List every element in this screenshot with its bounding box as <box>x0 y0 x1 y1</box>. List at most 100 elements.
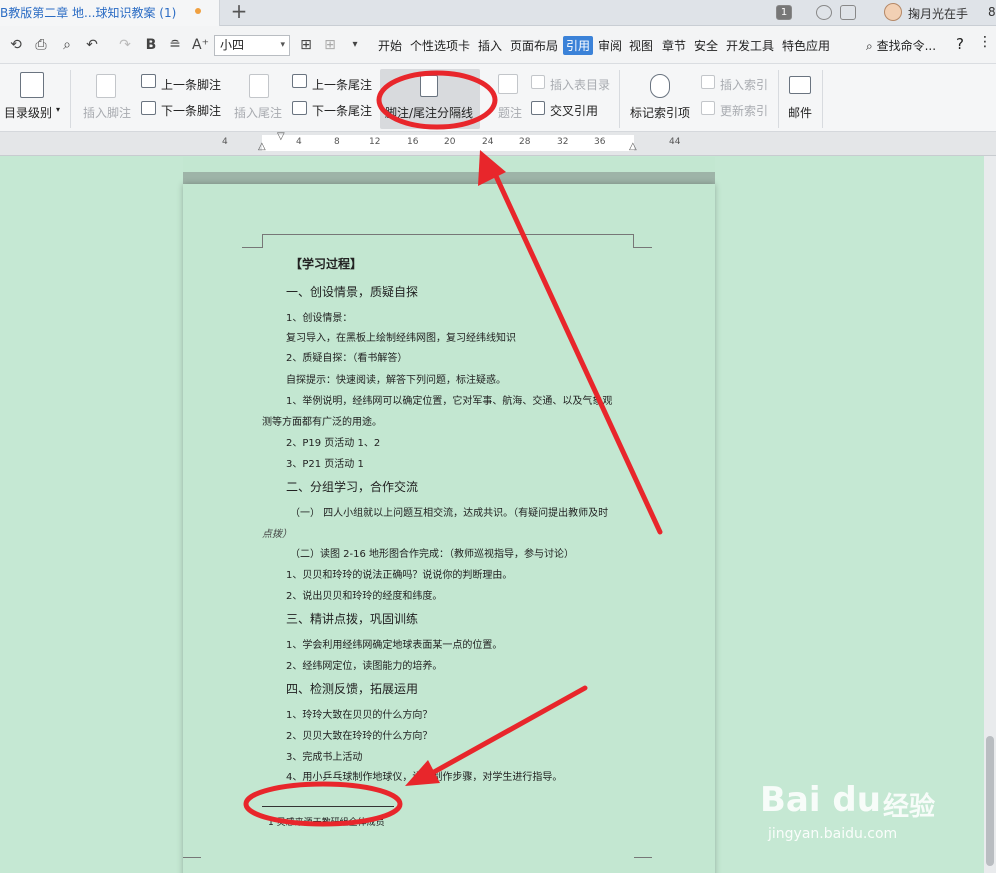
header-line <box>262 234 634 235</box>
next-endnote-icon <box>292 101 307 115</box>
doc-line: 复习导入，在黑板上绘制经纬网图，复习经纬线知识 <box>286 333 516 344</box>
left-indent-handle[interactable]: △ <box>258 141 266 152</box>
ruler-number: 28 <box>519 137 531 147</box>
insert-endnote-button[interactable]: 插入尾注 <box>234 104 282 121</box>
font-size-select[interactable]: 小四 ▾ <box>214 35 290 56</box>
grid-icon[interactable]: ⊞ <box>322 37 338 53</box>
footnote-separator-line <box>262 806 394 807</box>
footnote-separator-button[interactable]: 脚注/尾注分隔线 <box>380 69 480 129</box>
menu-personal-tab[interactable]: 个性选项卡 <box>410 37 470 54</box>
title-bar: B教版第二章 地...球知识教案 (1) + 1 掬月光在手 88 <box>0 0 996 26</box>
search-command[interactable]: ⌕ 查找命令... <box>866 37 936 54</box>
doc-section-heading: 三、精讲点拨，巩固训练 <box>286 612 419 626</box>
ruler-number: 32 <box>557 137 569 147</box>
search-icon: ⌕ <box>866 39 873 53</box>
ruler-number: 24 <box>482 137 494 147</box>
next-footnote-button[interactable]: 下一条脚注 <box>161 102 221 119</box>
insert-index-icon <box>701 75 715 89</box>
ribbon-divider <box>70 70 71 128</box>
redo-icon[interactable]: ↷ <box>117 37 133 53</box>
caption-icon <box>498 74 518 94</box>
vertical-scrollbar[interactable] <box>984 156 996 873</box>
more-options-icon[interactable]: ⋮ <box>978 34 992 50</box>
menu-dev-tools[interactable]: 开发工具 <box>726 37 774 54</box>
insert-table-of-figures-button[interactable]: 插入表目录 <box>550 76 610 93</box>
update-index-icon <box>701 101 715 115</box>
ruler[interactable]: 4 4 8 12 16 20 24 28 32 36 44 ▽ △ △ <box>0 131 996 156</box>
document-tab[interactable]: B教版第二章 地...球知识教案 (1) <box>0 0 220 26</box>
doc-line: 3、P21 页活动 1 <box>286 459 364 470</box>
menu-reference[interactable]: 引用 <box>563 36 594 55</box>
ruler-number: 36 <box>594 137 606 147</box>
font-grow-icon[interactable]: A⁺ <box>192 37 209 53</box>
ribbon: 目录级别 ▾ 插入脚注 上一条脚注 下一条脚注 插入尾注 上一条尾注 下一条尾注… <box>0 64 996 132</box>
update-index-button[interactable]: 更新索引 <box>720 102 768 119</box>
prev-endnote-icon <box>292 74 307 88</box>
footnote-text: 1 灵感来源于教研组全体成员 <box>268 818 385 828</box>
baidu-logo-watermark: Bai du <box>760 780 881 820</box>
mail-button[interactable]: 邮件 <box>788 104 812 121</box>
prev-endnote-button[interactable]: 上一条尾注 <box>312 76 372 93</box>
doc-line: 2、说出贝贝和玲玲的经度和纬度。 <box>286 591 443 602</box>
cross-reference-icon <box>531 101 545 115</box>
print-preview-icon[interactable]: ⌕ <box>59 37 75 53</box>
endnote-icon <box>249 74 269 98</box>
caption-button[interactable]: 题注 <box>498 104 522 121</box>
user-name[interactable]: 掬月光在手 <box>908 5 968 22</box>
right-indent-handle[interactable]: △ <box>629 141 637 152</box>
menu-security[interactable]: 安全 <box>694 37 718 54</box>
menu-review[interactable]: 审阅 <box>598 37 622 54</box>
mail-icon <box>789 76 811 94</box>
menu-chapter[interactable]: 章节 <box>662 37 686 54</box>
doc-line: 2、经纬网定位，读图能力的培养。 <box>286 661 443 672</box>
cross-reference-button[interactable]: 交叉引用 <box>550 102 598 119</box>
menu-features[interactable]: 特色应用 <box>782 37 830 54</box>
doc-line: 测等方面都有广泛的用途。 <box>262 417 382 428</box>
table-icon[interactable]: ⊞ <box>298 37 314 53</box>
crop-mark <box>634 247 652 248</box>
page-gap <box>183 172 715 184</box>
undo-icon[interactable]: ↶ <box>84 37 100 53</box>
next-endnote-button[interactable]: 下一条尾注 <box>312 102 372 119</box>
header-corner-mark <box>633 234 634 248</box>
chevron-down-icon: ▾ <box>56 105 61 114</box>
share-icon[interactable] <box>840 5 856 20</box>
strikethrough-icon[interactable]: ≘ <box>167 37 183 53</box>
insert-footnote-button[interactable]: 插入脚注 <box>83 104 131 121</box>
new-tab-button[interactable]: + <box>228 0 250 24</box>
mark-index-button[interactable]: 标记索引项 <box>630 104 690 121</box>
crop-mark <box>242 247 262 248</box>
titlebar-right: 1 掬月光在手 88 <box>770 0 996 26</box>
ribbon-divider <box>822 70 823 128</box>
user-extra: 88 <box>988 5 996 19</box>
document-tab-title: B教版第二章 地...球知识教案 (1) <box>0 6 177 20</box>
doc-heading: 【学习过程】 <box>290 257 363 271</box>
header-corner-mark <box>262 234 263 248</box>
cloud-sync-icon[interactable] <box>816 5 832 20</box>
page-count-icon[interactable]: 1 <box>776 5 792 20</box>
first-line-indent-handle[interactable]: ▽ <box>277 131 285 142</box>
insert-index-button[interactable]: 插入索引 <box>720 76 768 93</box>
more-dropdown-icon[interactable]: ▾ <box>347 37 363 53</box>
ribbon-divider <box>619 70 620 128</box>
menu-insert[interactable]: 插入 <box>478 37 502 54</box>
avatar[interactable] <box>884 3 902 21</box>
ruler-number: 44 <box>669 137 681 147</box>
bold-icon[interactable]: B <box>143 37 159 53</box>
next-footnote-icon <box>141 101 156 115</box>
prev-footnote-button[interactable]: 上一条脚注 <box>161 76 221 93</box>
menu-start[interactable]: 开始 <box>378 37 402 54</box>
unsaved-dot-icon <box>195 8 201 14</box>
print-icon[interactable]: ⎙ <box>33 37 49 53</box>
doc-line: 1、举例说明，经纬网可以确定位置，它对军事、航海、交通、以及气象观 <box>286 396 613 407</box>
doc-section-heading: 一、创设情景，质疑自探 <box>286 285 419 299</box>
help-icon[interactable]: ? <box>956 35 964 53</box>
toc-level-button[interactable]: 目录级别 <box>4 104 52 121</box>
redo-style-icon[interactable]: ⟲ <box>8 37 24 53</box>
crop-mark <box>183 857 201 858</box>
doc-line: 2、P19 页活动 1、2 <box>286 438 381 449</box>
menu-view[interactable]: 视图 <box>629 37 653 54</box>
toc-level-icon <box>20 72 44 98</box>
scrollbar-thumb[interactable] <box>986 736 994 866</box>
menu-page-layout[interactable]: 页面布局 <box>510 37 558 54</box>
